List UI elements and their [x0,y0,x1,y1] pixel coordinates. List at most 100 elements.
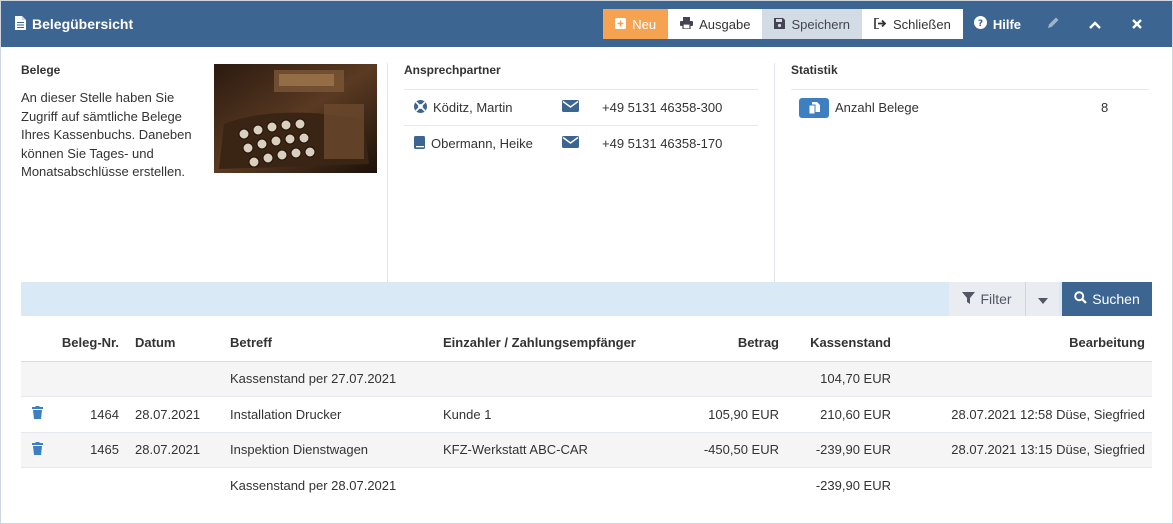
filter-dropdown-button[interactable] [1025,282,1059,316]
floppy-disk-icon [774,17,786,32]
contacts-panel: Ansprechpartner Köditz, Martin +49 5131 … [388,63,774,293]
info-section: Belege An dieser Stelle haben Sie Zugrif… [1,63,1172,293]
table-cell-datum: 28.07.2021 [135,432,230,468]
search-icon [1074,291,1088,307]
trash-icon [31,441,43,458]
edit-button[interactable] [1032,9,1074,39]
delete-button[interactable] [21,432,53,468]
statistic-label: Anzahl Belege [835,100,919,115]
table-row: Kassenstand per 27.07.2021 104,70 EUR [21,361,1152,397]
belege-text: Belege An dieser Stelle haben Sie Zugrif… [21,63,194,293]
column-header-betrag[interactable]: Betrag [673,325,779,362]
trash-icon [31,406,43,422]
search-button[interactable]: Suchen [1062,282,1152,316]
book-icon [414,135,425,152]
table-cell-bearbeitung: 28.07.2021 13:15 Düse, Siegfried [891,432,1152,468]
close-icon [1132,17,1142,32]
table-cell-einzahler: KFZ-Werkstatt ABC-CAR [443,432,673,468]
table-cell-kassenstand: 104,70 EUR [779,361,891,397]
table-cell-betreff: Kassenstand per 27.07.2021 [230,361,443,397]
table-cell-datum: 28.07.2021 [135,396,230,433]
pencil-icon [1047,16,1060,32]
lifebuoy-icon [414,99,427,116]
table-cell-betrag: -450,50 EUR [673,432,779,468]
column-header-nr[interactable]: Beleg-Nr. [53,325,135,362]
contact-name[interactable]: Köditz, Martin [404,99,562,116]
close-window-button[interactable]: Schließen [862,9,963,39]
contact-phone: +49 5131 46358-300 [602,100,723,115]
filter-button[interactable]: Filter [949,282,1025,316]
belege-panel: Belege An dieser Stelle haben Sie Zugrif… [1,63,387,293]
output-button-label: Ausgabe [699,16,751,32]
chevron-up-icon [1089,17,1101,32]
save-button[interactable]: Speichern [762,9,863,39]
table-cell-delete [21,468,53,504]
search-button-label: Suchen [1092,291,1140,307]
close-button[interactable] [1116,9,1158,39]
filter-icon [962,291,976,307]
search-bar: Filter Suchen [21,282,1152,316]
titlebar: Belegübersicht Neu Ausgabe Speichern Sch… [1,1,1172,47]
new-button[interactable]: Neu [603,9,669,39]
column-header-datum[interactable]: Datum [135,325,230,362]
table-header-row: Beleg-Nr. Datum Betreff Einzahler / Zahl… [21,325,1152,362]
table-cell-datum [135,361,230,397]
cash-register-image [214,64,377,173]
help-button[interactable]: ? Hilfe [963,9,1032,39]
table-cell-nr [53,468,135,504]
copy-icon [799,97,829,118]
save-button-label: Speichern [791,16,851,32]
belegübersicht-window: Belegübersicht Neu Ausgabe Speichern Sch… [0,0,1173,524]
column-header-bearbeitung[interactable]: Bearbeitung [891,325,1152,362]
table-row[interactable]: 1465 28.07.2021 Inspektion Dienstwagen K… [21,432,1152,468]
table-cell-nr [53,361,135,397]
table-row[interactable]: 1464 28.07.2021 Installation Drucker Kun… [21,396,1152,433]
table-cell-nr: 1465 [53,432,135,468]
table-cell-einzahler [443,468,673,504]
statistics-heading: Statistik [791,63,838,77]
table-cell-betreff: Inspektion Dienstwagen [230,432,443,468]
belege-heading: Belege [21,63,61,77]
statistics-panel: Statistik Anzahl Belege 8 [775,63,1165,293]
table-cell-bearbeitung [891,468,1152,504]
contact-row: Obermann, Heike +49 5131 46358-170 [404,125,758,161]
table-cell-einzahler: Kunde 1 [443,396,673,433]
table-cell-kassenstand: -239,90 EUR [779,432,891,468]
belege-table: Beleg-Nr. Datum Betreff Einzahler / Zahl… [21,325,1152,503]
table-cell-nr: 1464 [53,396,135,433]
table-cell-betreff: Kassenstand per 28.07.2021 [230,478,397,493]
column-header-einzahler[interactable]: Einzahler / Zahlungsempfänger [443,325,673,362]
column-header-delete [21,325,53,362]
contacts-heading: Ansprechpartner [404,63,501,77]
output-button[interactable]: Ausgabe [668,9,763,39]
envelope-icon[interactable] [562,136,602,151]
table-cell-delete [21,361,53,397]
column-header-betreff[interactable]: Betreff [230,325,443,362]
table-cell-kassenstand: -239,90 EUR [815,478,891,493]
window-title: Belegübersicht [15,15,603,33]
question-circle-icon: ? [973,16,987,32]
table-cell-betrag [673,468,779,504]
contact-name-text: Köditz, Martin [433,100,513,115]
document-icon [15,15,26,33]
table-cell-bearbeitung: 28.07.2021 12:58 Düse, Siegfried [891,396,1152,433]
statistic-row[interactable]: Anzahl Belege 8 [791,89,1149,125]
statistic-value: 8 [1101,100,1109,115]
table-cell-betrag: 105,90 EUR [673,396,779,433]
new-button-label: Neu [632,16,657,32]
delete-button[interactable] [21,396,53,433]
contact-row: Köditz, Martin +49 5131 46358-300 [404,89,758,125]
envelope-icon[interactable] [562,100,602,115]
collapse-button[interactable] [1074,9,1116,39]
contact-name[interactable]: Obermann, Heike [404,135,562,152]
table-cell-kassenstand: 210,60 EUR [779,396,891,433]
column-header-kassenstand[interactable]: Kassenstand [779,325,891,362]
svg-text:?: ? [978,19,983,29]
belege-description: An dieser Stelle haben Sie Zugriff auf s… [21,90,192,179]
table-row: Kassenstand per 28.07.2021 -239,90 EUR [21,468,1152,504]
toolbar: Neu Ausgabe Speichern Schließen ? Hilfe [603,9,1158,39]
caret-down-icon [1037,292,1048,307]
table-cell-datum [135,468,230,504]
contact-phone: +49 5131 46358-170 [602,136,723,151]
close-window-button-label: Schließen [893,16,951,32]
